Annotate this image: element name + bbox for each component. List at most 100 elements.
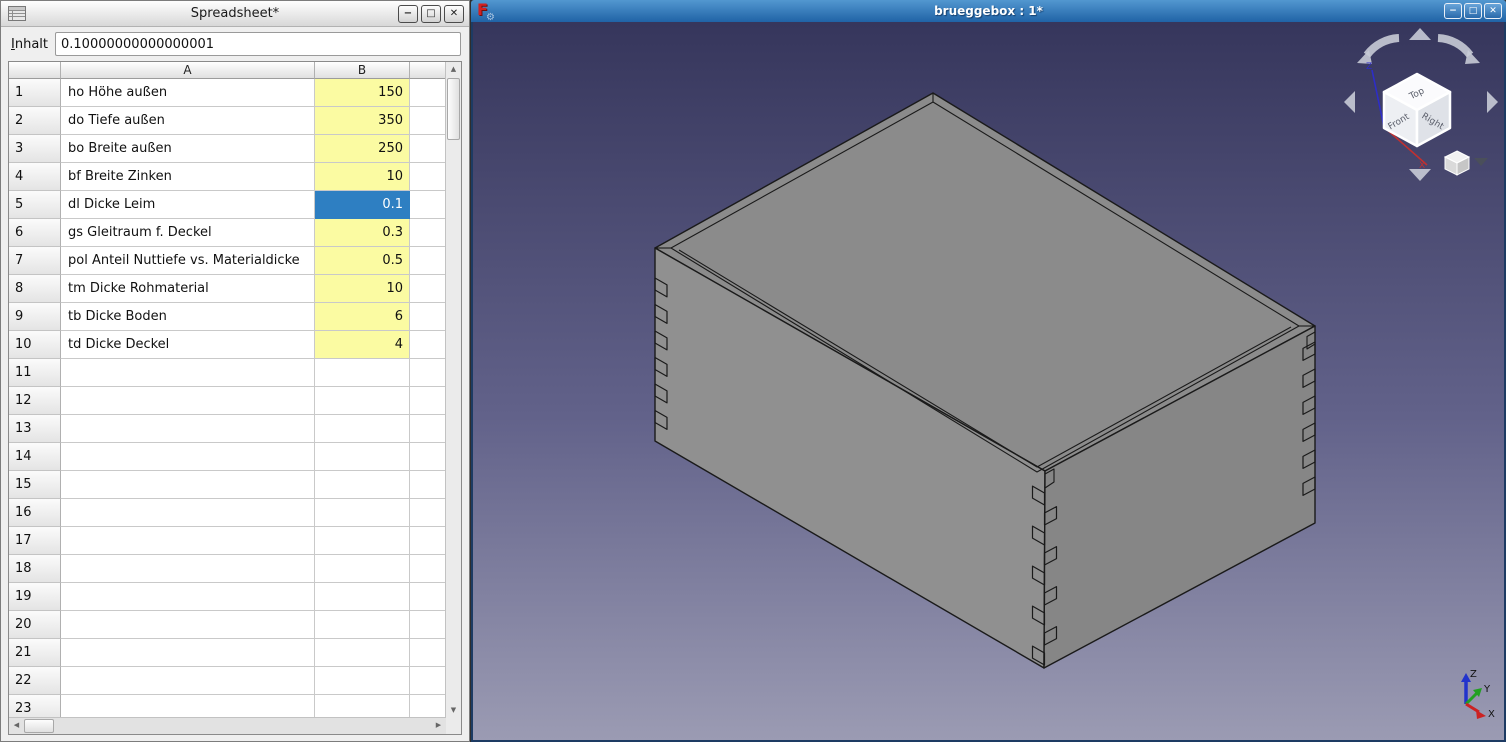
cell-a[interactable]	[61, 359, 315, 387]
cell-stub[interactable]	[410, 247, 446, 275]
cell-b[interactable]: 10	[315, 275, 410, 303]
cell-stub[interactable]	[410, 359, 446, 387]
row-header[interactable]: 8	[9, 275, 61, 303]
cell-content-input[interactable]	[55, 32, 461, 56]
nav-rotate-left-icon[interactable]	[1367, 38, 1399, 55]
row-header[interactable]: 19	[9, 583, 61, 611]
scroll-left-icon[interactable]: ◀	[9, 718, 24, 734]
row-header[interactable]: 2	[9, 107, 61, 135]
cell-b[interactable]: 0.5	[315, 247, 410, 275]
cell-a[interactable]: gs Gleitraum f. Deckel	[61, 219, 315, 247]
nav-rotate-right-icon[interactable]	[1438, 38, 1470, 55]
cell-a[interactable]	[61, 387, 315, 415]
cell-a[interactable]	[61, 415, 315, 443]
cell-stub[interactable]	[410, 555, 446, 583]
row-header[interactable]: 7	[9, 247, 61, 275]
maximize-button[interactable]: □	[1464, 3, 1482, 19]
cell-b[interactable]	[315, 415, 410, 443]
nav-arrow-left-icon[interactable]	[1344, 91, 1355, 113]
cell-b[interactable]: 6	[315, 303, 410, 331]
cell-stub[interactable]	[410, 611, 446, 639]
cell-stub[interactable]	[410, 303, 446, 331]
cell-stub[interactable]	[410, 695, 446, 718]
cell-b[interactable]	[315, 639, 410, 667]
navigation-cube-cluster[interactable]: Z X Top Front Right	[1344, 28, 1498, 181]
cell-b[interactable]	[315, 527, 410, 555]
cell-b[interactable]: 0.3	[315, 219, 410, 247]
cell-stub[interactable]	[410, 471, 446, 499]
cell-stub[interactable]	[410, 527, 446, 555]
cell-stub[interactable]	[410, 331, 446, 359]
column-header-b[interactable]: B	[315, 62, 410, 79]
close-button[interactable]: ✕	[444, 5, 464, 23]
cell-a[interactable]	[61, 611, 315, 639]
spreadsheet-grid[interactable]: A B 1ho Höhe außen150 2do Tiefe außen350 3…	[9, 62, 446, 718]
cell-stub[interactable]	[410, 135, 446, 163]
row-header[interactable]: 21	[9, 639, 61, 667]
cell-b[interactable]	[315, 499, 410, 527]
cell-b[interactable]	[315, 555, 410, 583]
cell-a[interactable]: dl Dicke Leim	[61, 191, 315, 219]
cell-a[interactable]: tb Dicke Boden	[61, 303, 315, 331]
close-button[interactable]: ✕	[1484, 3, 1502, 19]
cell-b-selected[interactable]: 0.1	[315, 191, 410, 219]
cell-b[interactable]	[315, 583, 410, 611]
row-header[interactable]: 16	[9, 499, 61, 527]
cell-b[interactable]	[315, 667, 410, 695]
cell-a[interactable]: ho Höhe außen	[61, 79, 315, 107]
row-header[interactable]: 4	[9, 163, 61, 191]
vertical-scroll-thumb[interactable]	[447, 78, 460, 140]
cell-b[interactable]: 150	[315, 79, 410, 107]
row-header[interactable]: 22	[9, 667, 61, 695]
cell-stub[interactable]	[410, 667, 446, 695]
column-header-a[interactable]: A	[61, 62, 315, 79]
cell-stub[interactable]	[410, 499, 446, 527]
cell-stub[interactable]	[410, 415, 446, 443]
cell-b[interactable]: 350	[315, 107, 410, 135]
maximize-button[interactable]: □	[421, 5, 441, 23]
row-header[interactable]: 5	[9, 191, 61, 219]
cell-b[interactable]	[315, 611, 410, 639]
cell-b[interactable]	[315, 695, 410, 718]
cell-a[interactable]: td Dicke Deckel	[61, 331, 315, 359]
cell-b[interactable]	[315, 387, 410, 415]
row-header[interactable]: 12	[9, 387, 61, 415]
row-header[interactable]: 3	[9, 135, 61, 163]
row-header[interactable]: 23	[9, 695, 61, 718]
row-header[interactable]: 18	[9, 555, 61, 583]
corner-header-cell[interactable]	[9, 62, 61, 79]
cell-b[interactable]: 250	[315, 135, 410, 163]
cell-b[interactable]: 10	[315, 163, 410, 191]
cell-a[interactable]: bo Breite außen	[61, 135, 315, 163]
cell-a[interactable]: do Tiefe außen	[61, 107, 315, 135]
row-header[interactable]: 1	[9, 79, 61, 107]
row-header[interactable]: 9	[9, 303, 61, 331]
cell-stub[interactable]	[410, 107, 446, 135]
minimize-button[interactable]: −	[398, 5, 418, 23]
horizontal-scrollbar[interactable]: ◀ ▶	[9, 717, 446, 734]
cell-b[interactable]: 4	[315, 331, 410, 359]
cell-a[interactable]: bf Breite Zinken	[61, 163, 315, 191]
row-header[interactable]: 14	[9, 443, 61, 471]
cell-stub[interactable]	[410, 639, 446, 667]
row-header[interactable]: 6	[9, 219, 61, 247]
scroll-up-icon[interactable]: ▲	[446, 62, 461, 77]
scroll-right-icon[interactable]: ▶	[431, 718, 446, 734]
cell-a[interactable]	[61, 583, 315, 611]
scroll-down-icon[interactable]: ▼	[446, 703, 461, 718]
cell-a[interactable]	[61, 471, 315, 499]
nav-menu-dropdown-icon[interactable]	[1474, 158, 1488, 166]
cell-a[interactable]	[61, 667, 315, 695]
vertical-scrollbar[interactable]: ▲ ▼	[445, 62, 461, 718]
cell-stub[interactable]	[410, 163, 446, 191]
row-header[interactable]: 10	[9, 331, 61, 359]
cell-stub[interactable]	[410, 443, 446, 471]
cell-b[interactable]	[315, 443, 410, 471]
3d-viewport[interactable]: Z X Top Front Right	[473, 22, 1504, 740]
cell-stub[interactable]	[410, 275, 446, 303]
spreadsheet-titlebar[interactable]: Spreadsheet* − □ ✕	[1, 1, 469, 27]
cell-a[interactable]	[61, 443, 315, 471]
cell-stub[interactable]	[410, 191, 446, 219]
row-header[interactable]: 20	[9, 611, 61, 639]
cell-stub[interactable]	[410, 387, 446, 415]
